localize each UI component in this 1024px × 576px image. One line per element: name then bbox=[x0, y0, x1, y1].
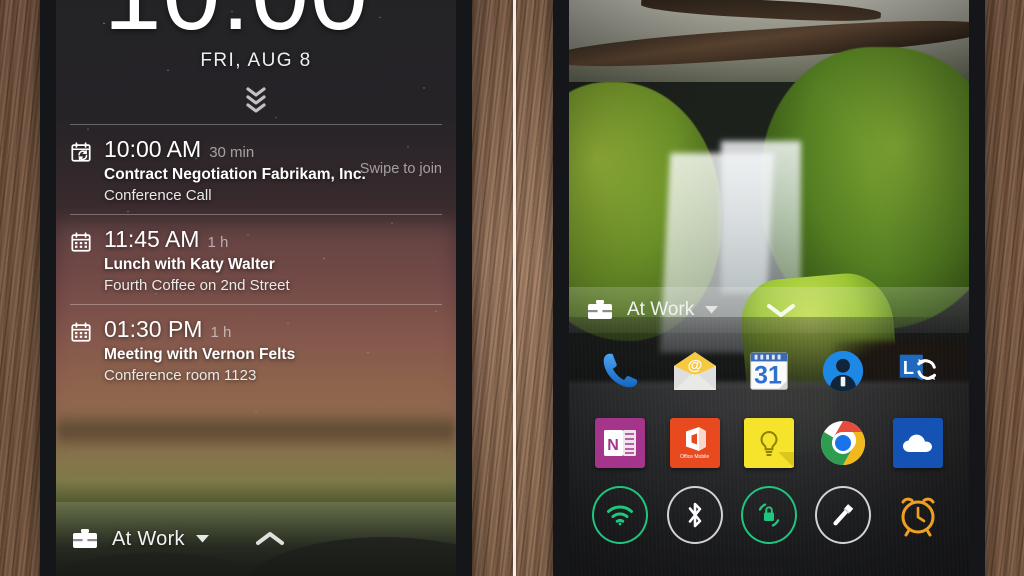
clock-time: 10:00 bbox=[104, 0, 369, 46]
contact-person-icon bbox=[823, 350, 864, 392]
lync-app[interactable]: L bbox=[890, 343, 946, 399]
app-row-1: @ 31 L bbox=[569, 340, 969, 402]
quick-toggle-row bbox=[569, 484, 969, 546]
alarm-clock-icon bbox=[901, 497, 935, 537]
event-time: 10:00 AM bbox=[104, 136, 202, 162]
profile-label: At Work bbox=[627, 299, 695, 320]
calendar-recurring-icon bbox=[70, 137, 104, 204]
onenote-letter: N bbox=[607, 437, 619, 454]
briefcase-icon bbox=[587, 299, 613, 321]
app-icon-grid: @ 31 L N Office Mobile bbox=[569, 340, 969, 556]
agenda-event-1[interactable]: 10:00 AM 30 min Contract Negotiation Fabr… bbox=[56, 125, 456, 214]
caret-down-icon[interactable] bbox=[195, 530, 209, 548]
phone-device-right: At Work @ 31 L N Office Mobile bbox=[553, 0, 985, 576]
phone-app[interactable] bbox=[592, 343, 648, 399]
phone-handset-icon bbox=[603, 353, 638, 388]
rotation-lock-icon bbox=[740, 486, 797, 544]
bluetooth-icon bbox=[666, 486, 723, 544]
caret-down-icon[interactable] bbox=[705, 301, 719, 319]
agenda-event-3[interactable]: 01:30 PM 1 h Meeting with Vernon Felts Co… bbox=[56, 305, 456, 394]
lync-icon: L bbox=[899, 354, 936, 381]
event-time: 01:30 PM bbox=[104, 316, 203, 342]
note-fold-corner bbox=[777, 452, 794, 468]
email-app[interactable]: @ bbox=[667, 343, 723, 399]
lync-letter: L bbox=[903, 358, 914, 378]
flashlight-icon bbox=[815, 486, 872, 544]
lock-screen[interactable]: 10:00AM FRI, AUG 8 bbox=[56, 0, 456, 576]
screenshot-stage: 10:00AM FRI, AUG 8 bbox=[0, 0, 1024, 576]
wifi-icon bbox=[592, 486, 649, 544]
office-mobile-app[interactable]: Office Mobile bbox=[667, 415, 723, 471]
flashlight-toggle[interactable] bbox=[815, 486, 872, 544]
chrome-app[interactable] bbox=[815, 415, 871, 471]
onenote-icon: N bbox=[595, 418, 646, 468]
home-screen[interactable]: At Work @ 31 L N Office Mobile bbox=[569, 0, 969, 576]
agenda-event-2[interactable]: 11:45 AM 1 h Lunch with Katy Walter Fourt… bbox=[56, 215, 456, 304]
phone-device-left: 10:00AM FRI, AUG 8 bbox=[40, 0, 472, 576]
calendar-31-icon: 31 bbox=[750, 352, 788, 390]
rotation-lock-toggle[interactable] bbox=[740, 486, 797, 544]
calendar-icon bbox=[70, 317, 104, 384]
app-row-2: N Office Mobile bbox=[569, 412, 969, 474]
event-subtitle: Fourth Coffee on 2nd Street bbox=[104, 277, 290, 294]
lockscreen-profile-bar[interactable]: At Work bbox=[56, 502, 456, 576]
event-duration: 1 h bbox=[207, 234, 229, 251]
swipe-to-join-hint[interactable]: Swipe to join bbox=[360, 161, 442, 177]
chevron-down-icon[interactable] bbox=[766, 301, 796, 319]
event-time: 11:45 AM bbox=[104, 226, 200, 252]
chrome-icon bbox=[821, 421, 866, 465]
homescreen-profile-bar[interactable]: At Work bbox=[569, 287, 969, 333]
bluetooth-toggle[interactable] bbox=[666, 486, 723, 544]
calendar-app[interactable]: 31 bbox=[741, 343, 797, 399]
event-duration: 1 h bbox=[210, 324, 232, 341]
calendar-day-number: 31 bbox=[754, 361, 782, 389]
svg-text:@: @ bbox=[687, 357, 702, 374]
people-app[interactable] bbox=[815, 343, 871, 399]
envelope-at-icon: @ bbox=[673, 352, 716, 390]
onedrive-app[interactable] bbox=[890, 415, 946, 471]
office-icon: Office Mobile bbox=[669, 418, 720, 468]
chevrons-down-icon[interactable] bbox=[56, 84, 456, 114]
lockscreen-date: FRI, AUG 8 bbox=[200, 50, 312, 71]
lockscreen-clock: 10:00AM bbox=[56, 0, 456, 46]
event-body: 11:45 AM 1 h Lunch with Katy Walter Fourt… bbox=[104, 227, 442, 294]
event-title: Lunch with Katy Walter bbox=[104, 256, 275, 273]
briefcase-icon bbox=[72, 528, 98, 550]
event-subtitle: Conference room 1123 bbox=[104, 367, 257, 384]
image-splitter-line bbox=[513, 0, 516, 576]
event-body: 01:30 PM 1 h Meeting with Vernon Felts Co… bbox=[104, 317, 442, 384]
event-title: Meeting with Vernon Felts bbox=[104, 346, 296, 363]
keep-notes-app[interactable] bbox=[741, 415, 797, 471]
event-duration: 30 min bbox=[209, 144, 255, 161]
calendar-icon bbox=[70, 227, 104, 294]
event-subtitle: Conference Call bbox=[104, 187, 212, 204]
wifi-toggle[interactable] bbox=[592, 486, 649, 544]
profile-label: At Work bbox=[112, 527, 185, 550]
lightbulb-note-icon bbox=[743, 418, 794, 468]
office-label: Office Mobile bbox=[680, 453, 710, 460]
agenda-list: 10:00 AM 30 min Contract Negotiation Fabr… bbox=[56, 124, 456, 394]
cloud-icon bbox=[892, 418, 943, 468]
alarm-toggle[interactable] bbox=[890, 487, 946, 543]
chevron-up-icon[interactable] bbox=[255, 530, 285, 548]
cloud-band bbox=[56, 411, 456, 452]
onenote-app[interactable]: N bbox=[592, 415, 648, 471]
